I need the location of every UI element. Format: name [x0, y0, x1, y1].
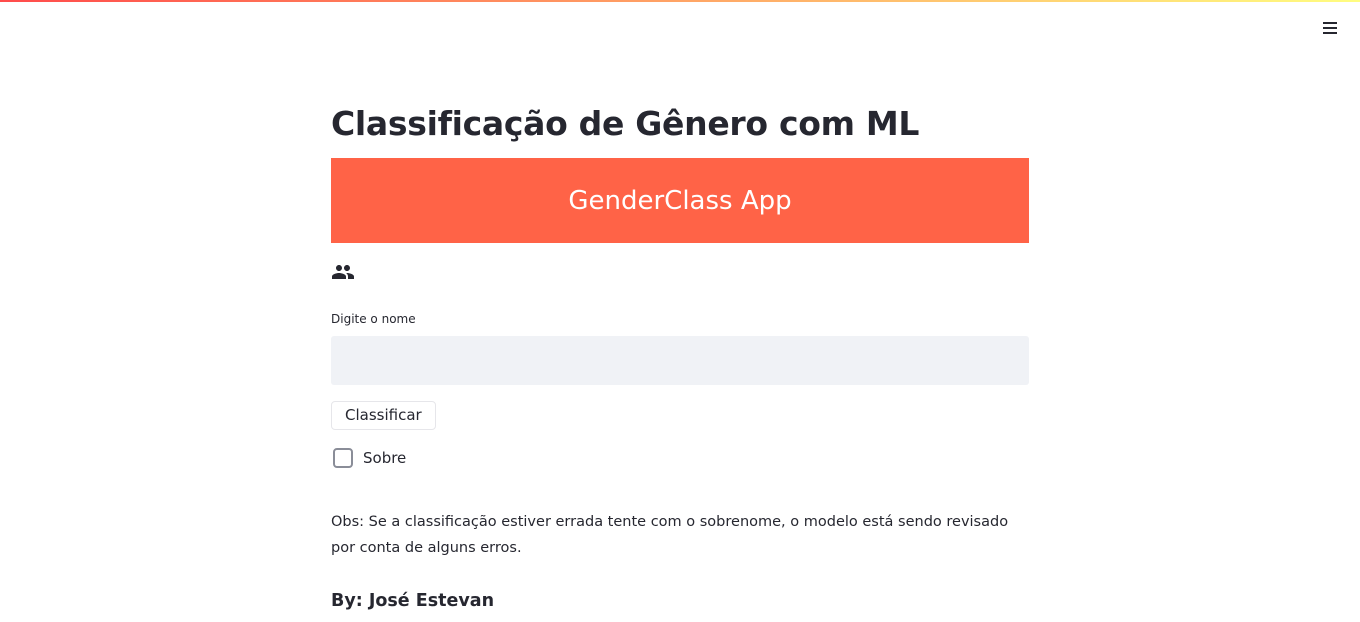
banner-text: GenderClass App — [568, 185, 792, 216]
app-banner: GenderClass App — [331, 158, 1029, 243]
menu-button[interactable] — [1318, 16, 1342, 40]
about-checkbox[interactable]: Sobre — [333, 448, 406, 468]
name-input-label: Digite o nome — [331, 312, 416, 326]
name-input[interactable] — [331, 336, 1029, 385]
header-decoration-bar — [0, 0, 1360, 2]
checkbox-box[interactable] — [333, 448, 353, 468]
author-credit: By: José Estevan — [331, 591, 495, 611]
page-title: Classificação de Gênero com ML — [331, 104, 920, 143]
hamburger-icon — [1323, 22, 1337, 34]
classify-button[interactable]: Classificar — [331, 401, 436, 430]
people-icon — [332, 265, 354, 279]
note-text: Obs: Se a classificação estiver errada t… — [331, 514, 1009, 556]
about-checkbox-label: Sobre — [363, 449, 407, 467]
